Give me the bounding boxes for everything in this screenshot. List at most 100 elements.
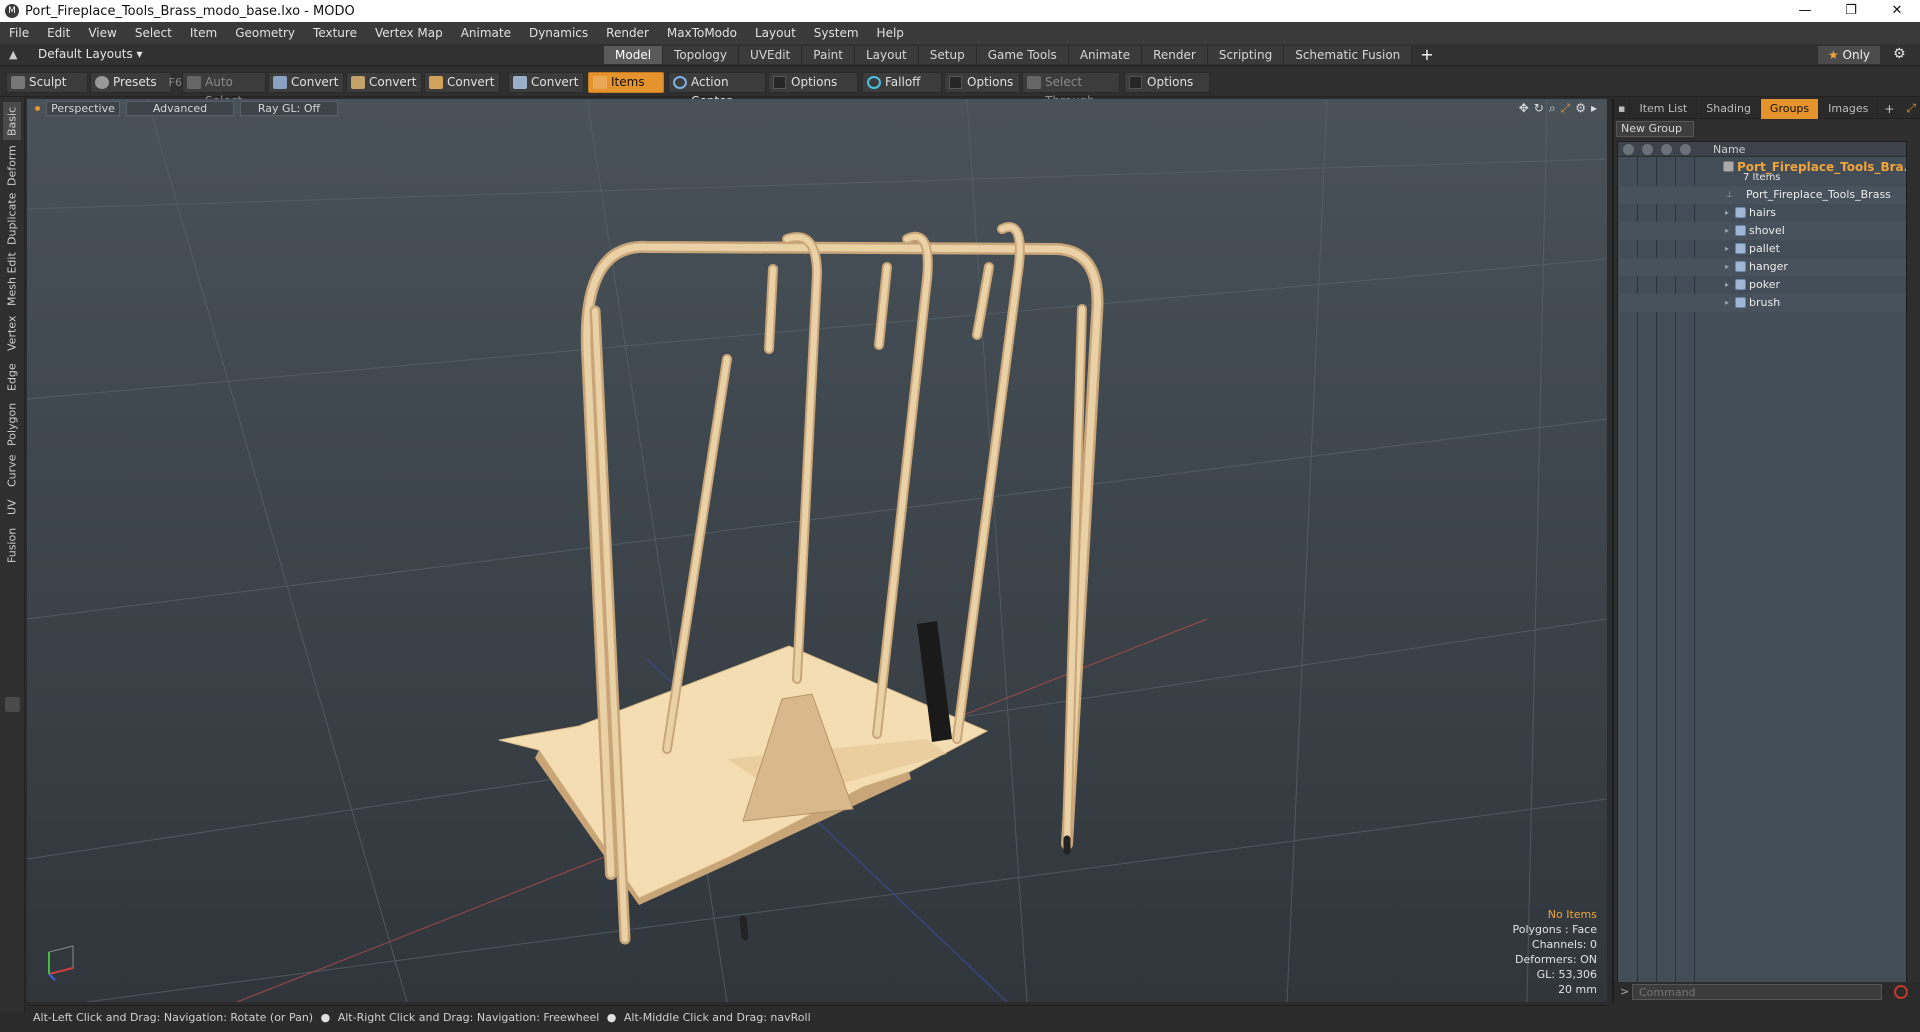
tab-deform[interactable]: Deform: [3, 145, 21, 187]
tab-item-list[interactable]: Item List: [1630, 98, 1698, 119]
perspective-dropdown[interactable]: Perspective: [46, 100, 120, 116]
expand-arrow-icon[interactable]: ▸: [1725, 262, 1729, 271]
options-checkbox[interactable]: [949, 76, 962, 89]
auto-select-button[interactable]: Auto Select: [182, 72, 266, 108]
gear-icon[interactable]: ⚙: [1893, 46, 1906, 62]
menu-vertex-map[interactable]: Vertex Map: [366, 22, 452, 44]
falloff-button[interactable]: Falloff: [862, 72, 942, 93]
add-tab-icon[interactable]: +: [1412, 46, 1441, 64]
menu-texture[interactable]: Texture: [304, 22, 366, 44]
tree-item-hairs[interactable]: ▸ hairs: [1618, 204, 1906, 222]
menu-animate[interactable]: Animate: [452, 22, 520, 44]
select-through-button[interactable]: Select Through: [1022, 72, 1120, 108]
presets-button[interactable]: Presets F6: [90, 72, 182, 93]
record-macro-icon[interactable]: [1894, 985, 1908, 999]
menu-maxtomodo[interactable]: MaxToModo: [658, 22, 746, 44]
options-button-2[interactable]: Options: [944, 72, 1020, 93]
pan-icon[interactable]: ✥: [1519, 101, 1529, 116]
raygl-dropdown[interactable]: Ray GL: Off: [240, 100, 338, 116]
tab-scripting[interactable]: Scripting: [1207, 46, 1285, 64]
expand-arrow-icon[interactable]: ▸: [1591, 101, 1597, 116]
tab-fusion[interactable]: Fusion: [3, 525, 21, 565]
command-input[interactable]: [1632, 984, 1882, 1000]
panel-expand-icon[interactable]: ⤢: [1906, 101, 1916, 116]
viewport-menu-dot[interactable]: [35, 105, 40, 111]
zoom-icon[interactable]: ⌕: [1549, 101, 1556, 116]
menu-geometry[interactable]: Geometry: [226, 22, 304, 44]
tree-item-brush[interactable]: ▸ brush: [1618, 294, 1906, 312]
action-center-button[interactable]: Action Center: [668, 72, 766, 108]
tab-setup[interactable]: Setup: [918, 46, 977, 64]
new-group-button[interactable]: New Group: [1616, 121, 1694, 137]
convert-button-1[interactable]: Convert: [268, 72, 344, 93]
options-button-3[interactable]: Options: [1124, 72, 1210, 93]
visibility-header-icon[interactable]: [1623, 144, 1634, 155]
options-checkbox[interactable]: [1129, 76, 1142, 89]
options-button-1[interactable]: Options: [768, 72, 858, 93]
tab-images[interactable]: Images: [1819, 98, 1879, 119]
tab-uv[interactable]: UV: [3, 495, 21, 519]
collapse-arrow-icon[interactable]: ▲: [9, 48, 17, 61]
menu-item[interactable]: Item: [181, 22, 226, 44]
tab-basic[interactable]: Basic: [3, 102, 21, 140]
default-layouts-dropdown[interactable]: Default Layouts ▾: [38, 47, 143, 61]
tree-item-pallet[interactable]: ▸ pallet: [1618, 240, 1906, 258]
render-header-icon[interactable]: [1642, 144, 1653, 155]
lock-header-icon[interactable]: [1661, 144, 1672, 155]
tab-vertex[interactable]: Vertex: [3, 313, 21, 353]
items-button[interactable]: Items: [588, 72, 664, 93]
menu-file[interactable]: File: [0, 22, 38, 44]
tab-schematic-fusion[interactable]: Schematic Fusion: [1284, 46, 1413, 64]
tab-animate[interactable]: Animate: [1068, 46, 1143, 64]
expand-arrow-icon[interactable]: ▸: [1725, 226, 1729, 235]
tab-polygon[interactable]: Polygon: [3, 401, 21, 447]
menu-system[interactable]: System: [805, 22, 868, 44]
convert-button-3[interactable]: Convert: [424, 72, 500, 93]
close-icon[interactable]: ✕: [1874, 0, 1920, 22]
tree-item-root[interactable]: ⊥ Port_Fireplace_Tools_Brass: [1618, 186, 1906, 204]
menu-view[interactable]: View: [79, 22, 125, 44]
expand-arrow-icon[interactable]: ▸: [1725, 244, 1729, 253]
tree-item-poker[interactable]: ▸ poker: [1618, 276, 1906, 294]
tab-edge[interactable]: Edge: [3, 359, 21, 395]
3d-viewport[interactable]: Perspective Advanced Ray GL: Off ✥ ↻ ⌕ ⤢…: [27, 99, 1607, 1002]
add-panel-tab-icon[interactable]: +: [1878, 102, 1900, 116]
group-row[interactable]: Port_Fireplace_Tools_Bra... 7 Items: [1618, 158, 1906, 184]
options-checkbox[interactable]: [773, 76, 786, 89]
expand-arrow-icon[interactable]: ▸: [1725, 208, 1729, 217]
expand-arrow-icon[interactable]: ▸: [1725, 280, 1729, 289]
tab-uvedit[interactable]: UVEdit: [739, 46, 803, 64]
restore-icon[interactable]: ❐: [1828, 0, 1874, 22]
convert-button-2[interactable]: Convert: [346, 72, 422, 93]
tab-shading[interactable]: Shading: [1697, 98, 1761, 119]
tree-item-hanger[interactable]: ▸ hanger: [1618, 258, 1906, 276]
expand-arrow-icon[interactable]: ▸: [1725, 298, 1729, 307]
tab-curve[interactable]: Curve: [3, 453, 21, 489]
menu-render[interactable]: Render: [597, 22, 658, 44]
tab-layout[interactable]: Layout: [854, 46, 919, 64]
advanced-dropdown[interactable]: Advanced: [126, 100, 234, 116]
menu-select[interactable]: Select: [126, 22, 181, 44]
menu-edit[interactable]: Edit: [38, 22, 79, 44]
sculpt-button[interactable]: Sculpt: [6, 72, 88, 93]
name-column-header[interactable]: Name: [1713, 143, 1745, 156]
convert-button-4[interactable]: Convert: [508, 72, 584, 93]
panel-toggle-button[interactable]: [5, 697, 20, 712]
tab-duplicate[interactable]: Duplicate: [3, 193, 21, 245]
tree-item-shovel[interactable]: ▸ shovel: [1618, 222, 1906, 240]
minimize-icon[interactable]: —: [1782, 0, 1828, 22]
select-header-icon[interactable]: [1680, 144, 1691, 155]
menu-help[interactable]: Help: [868, 22, 913, 44]
menu-layout[interactable]: Layout: [746, 22, 805, 44]
menu-dynamics[interactable]: Dynamics: [520, 22, 597, 44]
tab-paint[interactable]: Paint: [802, 46, 855, 64]
tab-topology[interactable]: Topology: [663, 46, 740, 64]
rotate-icon[interactable]: ↻: [1534, 101, 1544, 116]
panel-menu-icon[interactable]: ▪: [1614, 98, 1631, 119]
tab-render[interactable]: Render: [1142, 46, 1208, 64]
viewport-settings-icon[interactable]: ⚙: [1575, 101, 1586, 116]
fit-icon[interactable]: ⤢: [1561, 101, 1571, 116]
tab-game-tools[interactable]: Game Tools: [976, 46, 1069, 64]
tab-model[interactable]: Model: [604, 46, 664, 64]
only-button[interactable]: ★ Only: [1818, 46, 1880, 64]
